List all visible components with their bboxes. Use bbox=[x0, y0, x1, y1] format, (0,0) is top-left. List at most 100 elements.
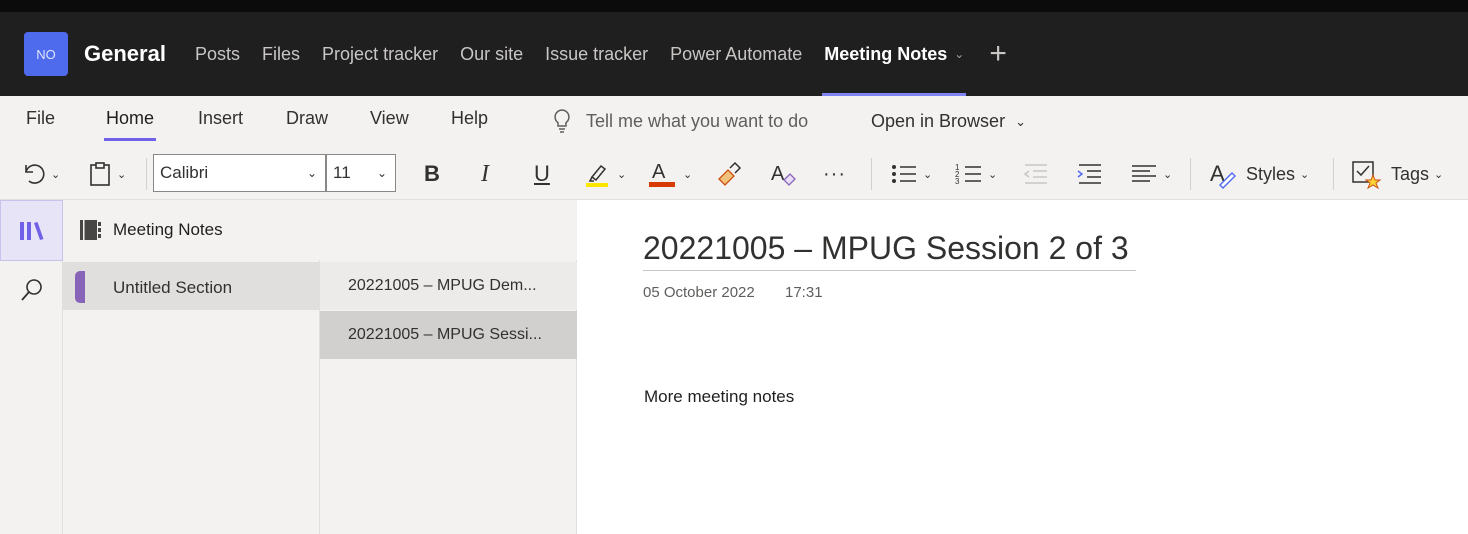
page-time: 17:31 bbox=[785, 284, 823, 301]
menu-file[interactable]: File bbox=[26, 108, 55, 129]
align-left-icon bbox=[1132, 165, 1156, 182]
chevron-down-icon: ⌄ bbox=[1434, 168, 1444, 181]
page-canvas[interactable]: 20221005 – MPUG Session 2 of 3 05 Octobe… bbox=[577, 200, 1468, 534]
alignment-button[interactable]: ⌄ bbox=[1130, 156, 1172, 192]
toolbar-divider bbox=[146, 158, 147, 190]
notebook-title: Meeting Notes bbox=[113, 220, 223, 239]
search-button[interactable] bbox=[0, 266, 63, 314]
clear-formatting-button[interactable]: A bbox=[770, 156, 798, 192]
chevron-down-icon: ⌄ bbox=[1163, 168, 1173, 181]
underline-button[interactable]: U bbox=[534, 156, 550, 192]
font-family-value: Calibri bbox=[160, 163, 209, 182]
chevron-down-icon: ⌄ bbox=[617, 168, 627, 181]
font-color-icon: A bbox=[649, 161, 675, 187]
highlight-button[interactable]: ⌄ bbox=[584, 156, 626, 192]
chevron-down-icon: ⌄ bbox=[988, 168, 998, 181]
increase-indent-button[interactable] bbox=[1075, 156, 1103, 192]
note-text[interactable]: More meeting notes bbox=[644, 387, 794, 407]
svg-text:A: A bbox=[652, 161, 666, 183]
notebook-header[interactable]: Meeting Notes bbox=[63, 200, 577, 260]
chevron-down-icon: ⌄ bbox=[51, 168, 61, 181]
bullets-button[interactable]: ⌄ bbox=[890, 156, 932, 192]
channel-name: General bbox=[84, 41, 166, 66]
decrease-indent-button[interactable] bbox=[1021, 156, 1049, 192]
search-icon bbox=[20, 279, 42, 301]
menu-home[interactable]: Home bbox=[103, 108, 157, 141]
notebook-icon bbox=[80, 220, 101, 240]
tab-project-tracker[interactable]: Project tracker bbox=[322, 12, 438, 96]
chevron-down-icon: ⌄ bbox=[376, 166, 387, 180]
highlighter-icon bbox=[586, 164, 608, 187]
window-top-edge bbox=[0, 0, 1468, 12]
open-in-browser-label: Open in Browser bbox=[871, 111, 1006, 131]
library-books-icon bbox=[19, 221, 43, 240]
navigation-rail bbox=[0, 200, 63, 534]
tab-our-site[interactable]: Our site bbox=[460, 12, 523, 96]
tags-button[interactable]: Tags ⌄ bbox=[1351, 156, 1443, 192]
chevron-down-icon: ⌄ bbox=[1015, 113, 1026, 129]
tab-posts[interactable]: Posts bbox=[195, 12, 240, 96]
open-in-browser-button[interactable]: Open in Browser ⌄ bbox=[871, 111, 1026, 132]
decrease-indent-icon bbox=[1023, 164, 1047, 184]
increase-indent-icon bbox=[1077, 164, 1101, 184]
teams-channel-header: NO General Posts Files Project tracker O… bbox=[0, 12, 1468, 96]
section-color-tab bbox=[75, 271, 85, 303]
undo-icon bbox=[25, 164, 45, 184]
chevron-down-icon: ⌄ bbox=[683, 168, 693, 181]
more-options-button[interactable]: ··· bbox=[823, 156, 846, 192]
italic-button[interactable]: I bbox=[481, 156, 489, 192]
page-title[interactable]: 20221005 – MPUG Session 2 of 3 bbox=[643, 230, 1129, 267]
numbered-list-icon: 1 2 3 bbox=[955, 163, 981, 186]
notebooks-button[interactable] bbox=[0, 200, 63, 261]
svg-text:A: A bbox=[771, 163, 785, 185]
chevron-down-icon: ⌄ bbox=[306, 166, 317, 180]
chevron-down-icon: ⌄ bbox=[1300, 168, 1310, 181]
font-size-select[interactable]: 11 ⌄ bbox=[326, 154, 396, 192]
tab-issue-tracker[interactable]: Issue tracker bbox=[545, 12, 648, 96]
page-item[interactable]: 20221005 – MPUG Dem... bbox=[320, 262, 577, 310]
font-size-value: 11 bbox=[333, 163, 351, 182]
format-painter-icon bbox=[718, 161, 742, 186]
font-family-select[interactable]: Calibri ⌄ bbox=[153, 154, 326, 192]
lightbulb-icon bbox=[554, 109, 570, 133]
chevron-down-icon: ⌄ bbox=[117, 168, 127, 181]
tab-meeting-notes-label: Meeting Notes bbox=[824, 43, 948, 64]
toolbar-divider bbox=[1333, 158, 1334, 190]
tab-meeting-notes[interactable]: Meeting Notes ⌄ bbox=[822, 12, 967, 96]
toolbar-divider bbox=[1190, 158, 1191, 190]
menu-draw[interactable]: Draw bbox=[286, 108, 328, 129]
format-painter-button[interactable] bbox=[716, 156, 742, 192]
section-item[interactable]: Untitled Section bbox=[63, 262, 320, 310]
bold-button[interactable]: B bbox=[424, 156, 440, 192]
svg-text:3: 3 bbox=[955, 177, 960, 186]
toolbar-divider bbox=[871, 158, 872, 190]
menu-insert[interactable]: Insert bbox=[198, 108, 243, 129]
styles-button[interactable]: A Styles ⌄ bbox=[1208, 156, 1309, 192]
bulleted-list-icon bbox=[892, 165, 916, 183]
undo-button[interactable]: ⌄ bbox=[20, 156, 60, 192]
page-date: 05 October 2022 bbox=[643, 284, 755, 301]
menu-view[interactable]: View bbox=[370, 108, 409, 129]
title-underline bbox=[643, 270, 1136, 271]
add-tab-plus-icon[interactable]: + bbox=[989, 37, 1007, 71]
page-item-selected[interactable]: 20221005 – MPUG Sessi... bbox=[320, 311, 577, 359]
chevron-down-icon[interactable]: ⌄ bbox=[954, 47, 964, 61]
menu-help[interactable]: Help bbox=[451, 108, 488, 129]
ribbon-menu-bar: File Home Insert Draw View Help Tell me … bbox=[0, 96, 1468, 148]
styles-label: Styles bbox=[1246, 163, 1296, 184]
section-label: Untitled Section bbox=[113, 278, 233, 297]
numbering-button[interactable]: 1 2 3 ⌄ bbox=[955, 156, 997, 192]
styles-icon: A bbox=[1210, 161, 1236, 189]
tab-files[interactable]: Files bbox=[262, 12, 300, 96]
clipboard-icon bbox=[90, 162, 110, 186]
tell-me-search[interactable]: Tell me what you want to do bbox=[552, 108, 808, 134]
clear-formatting-icon: A bbox=[771, 163, 796, 186]
paste-button[interactable]: ⌄ bbox=[88, 156, 126, 192]
tags-star-icon bbox=[1352, 161, 1382, 190]
font-color-button[interactable]: A ⌄ bbox=[648, 156, 692, 192]
tab-power-automate[interactable]: Power Automate bbox=[670, 12, 802, 96]
tell-me-placeholder: Tell me what you want to do bbox=[586, 110, 809, 131]
team-avatar[interactable]: NO bbox=[24, 32, 68, 76]
pages-pane: 20221005 – MPUG Dem... 20221005 – MPUG S… bbox=[320, 260, 577, 534]
channel-tab-bar: Posts Files Project tracker Our site Iss… bbox=[184, 12, 1007, 96]
